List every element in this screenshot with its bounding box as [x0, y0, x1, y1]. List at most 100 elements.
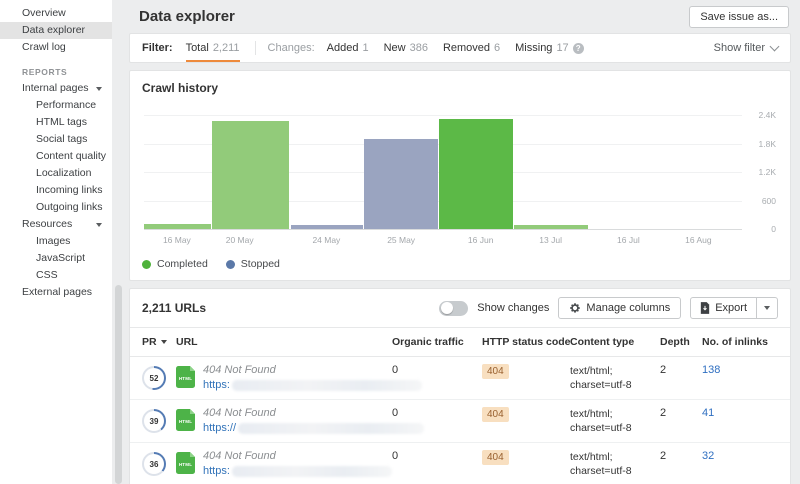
chevron-down-icon [770, 42, 780, 52]
filter-tab-missing[interactable]: Missing 17 [515, 34, 584, 62]
page-rating-value: 36 [150, 460, 159, 469]
url-link[interactable]: https: [203, 379, 422, 391]
url-link[interactable]: https: [203, 465, 392, 477]
column-header-url[interactable]: URL [176, 328, 392, 356]
page-rating-ring: 36 [142, 452, 166, 476]
table-row: 52 HTML 404 Not Found https: 0 404 text/… [130, 357, 790, 399]
export-button[interactable]: Export [691, 298, 756, 318]
column-header-inlinks[interactable]: No. of inlinks [702, 328, 778, 356]
depth-value: 2 [660, 364, 702, 376]
sidebar-item-images[interactable]: Images [0, 233, 112, 250]
sidebar-item-incoming-links[interactable]: Incoming links [0, 182, 112, 199]
scrollbar-thumb[interactable] [115, 285, 122, 484]
urls-table-panel: 2,211 URLs Show changes Manage columns E… [129, 288, 791, 484]
gear-icon [569, 302, 581, 314]
chart-bar-completed [439, 119, 513, 229]
depth-value: 2 [660, 450, 702, 462]
filter-tab-total[interactable]: Total 2,211 [186, 34, 240, 62]
y-axis-tick: 1.8K [746, 139, 776, 149]
main-header: Data explorer Save issue as... [129, 0, 791, 33]
chevron-down-icon [764, 306, 770, 310]
http-status-badge: 404 [482, 364, 509, 379]
legend-dot [226, 260, 235, 269]
filter-tab-new[interactable]: New 386 [384, 34, 428, 62]
x-axis-tick: 20 May [226, 235, 254, 245]
page-title-404: 404 Not Found [203, 364, 422, 376]
inlinks-link[interactable]: 138 [702, 364, 720, 376]
x-axis-tick: 13 Jul [539, 235, 562, 245]
chart-bar-completed [144, 224, 211, 229]
sidebar-item-html-tags[interactable]: HTML tags [0, 114, 112, 131]
y-axis-tick: 0 [746, 224, 776, 234]
chart-plot [144, 115, 742, 230]
content-type-value: text/html; charset=utf-8 [570, 364, 660, 392]
inlinks-link[interactable]: 41 [702, 407, 714, 419]
sidebar-item-javascript[interactable]: JavaScript [0, 250, 112, 267]
toggle-knob [441, 302, 453, 314]
redacted-url [238, 423, 424, 434]
legend-item-completed: Completed [142, 258, 208, 270]
sidebar-item-resources[interactable]: Resources [0, 216, 112, 233]
sidebar-item-external-pages[interactable]: External pages [0, 284, 112, 301]
sidebar-scrollbar[interactable] [112, 0, 125, 484]
chart-legend: Completed Stopped [142, 258, 778, 270]
page-title: Data explorer [139, 8, 235, 25]
content-type-value: text/html; charset=utf-8 [570, 407, 660, 435]
sidebar-item-localization[interactable]: Localization [0, 165, 112, 182]
organic-traffic-value: 0 [392, 450, 482, 462]
column-header-organic-traffic[interactable]: Organic traffic [392, 328, 482, 356]
sidebar-item-performance[interactable]: Performance [0, 97, 112, 114]
chart-x-axis: 16 May20 May24 May25 May16 Jun13 Jul16 J… [144, 230, 742, 246]
organic-traffic-value: 0 [392, 407, 482, 419]
content-type-value: text/html; charset=utf-8 [570, 450, 660, 478]
http-status-badge: 404 [482, 407, 509, 422]
filter-tab-added[interactable]: Added 1 [327, 34, 369, 62]
sidebar-item-data-explorer[interactable]: Data explorer [0, 22, 112, 39]
filter-tab-removed[interactable]: Removed 6 [443, 34, 500, 62]
x-axis-tick: 16 Jun [468, 235, 494, 245]
sidebar-item-crawl-log[interactable]: Crawl log [0, 39, 112, 56]
sidebar-item-css[interactable]: CSS [0, 267, 112, 284]
table-row: 36 HTML 404 Not Found https: 0 404 text/… [130, 442, 790, 484]
filter-primary-tabs: Total 2,211 [186, 34, 255, 62]
sidebar-item-overview[interactable]: Overview [0, 5, 112, 22]
save-issue-as-button[interactable]: Save issue as... [689, 6, 789, 28]
x-axis-tick: 16 Jul [617, 235, 640, 245]
page-rating-value: 52 [150, 374, 159, 383]
url-count-label: 2,211 URLs [142, 301, 206, 315]
column-header-depth[interactable]: Depth [660, 328, 702, 356]
gridline [144, 115, 742, 116]
y-axis-tick: 2.4K [746, 110, 776, 120]
app-window: Overview Data explorer Crawl log REPORTS… [0, 0, 800, 484]
http-status-badge: 404 [482, 450, 509, 465]
page-rating-ring: 39 [142, 409, 166, 433]
table-column-headers: PR URL Organic traffic HTTP status code … [130, 327, 790, 357]
column-header-http-status[interactable]: HTTP status code [482, 328, 570, 356]
sidebar-item-content-quality[interactable]: Content quality [0, 148, 112, 165]
export-dropdown-button[interactable] [756, 298, 777, 318]
html-file-icon: HTML [176, 366, 195, 388]
chart-bar-completed [514, 225, 588, 229]
main-content: Data explorer Save issue as... Filter: T… [125, 0, 800, 484]
column-header-pr[interactable]: PR [142, 328, 176, 356]
show-filter-button[interactable]: Show filter [714, 34, 778, 62]
column-header-content-type[interactable]: Content type [570, 328, 660, 356]
sidebar-item-social-tags[interactable]: Social tags [0, 131, 112, 148]
page-rating-ring: 52 [142, 366, 166, 390]
chart-bar-stopped [291, 225, 363, 229]
help-icon[interactable] [573, 43, 584, 54]
show-changes-toggle[interactable] [439, 301, 468, 316]
show-changes-label: Show changes [477, 302, 549, 314]
sidebar-item-outgoing-links[interactable]: Outgoing links [0, 199, 112, 216]
filter-changes-tabs: Added 1 New 386 Removed 6 Missing 17 [327, 34, 599, 62]
table-header-bar: 2,211 URLs Show changes Manage columns E… [130, 289, 790, 327]
chart-title: Crawl history [142, 81, 778, 95]
url-link[interactable]: https:// [203, 422, 424, 434]
crawl-history-panel: Crawl history 2.4K1.8K1.2K6000 16 May20 … [129, 70, 791, 281]
x-axis-tick: 25 May [387, 235, 415, 245]
chart-bar-stopped [364, 139, 438, 229]
chevron-down-icon [96, 223, 102, 227]
inlinks-link[interactable]: 32 [702, 450, 714, 462]
sidebar-item-internal-pages[interactable]: Internal pages [0, 80, 112, 97]
manage-columns-button[interactable]: Manage columns [558, 297, 681, 319]
